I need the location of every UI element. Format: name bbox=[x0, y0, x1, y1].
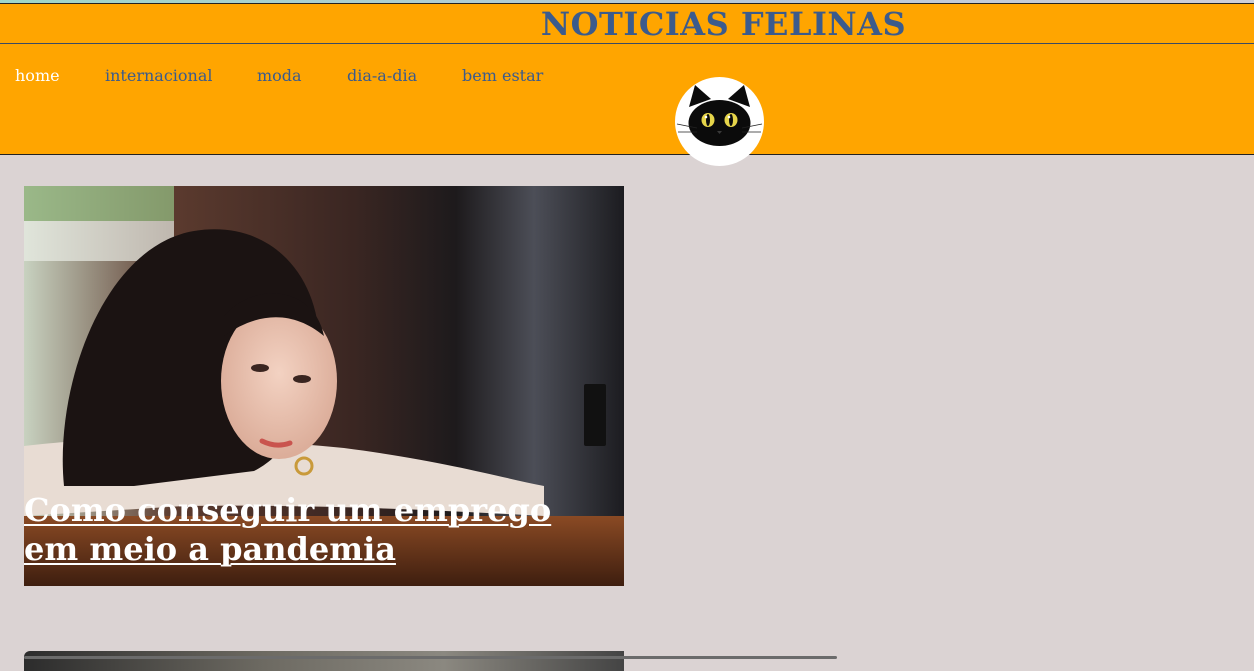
second-article-card[interactable] bbox=[24, 651, 624, 671]
nav-item-home[interactable]: home bbox=[15, 66, 60, 85]
nav-item-moda[interactable]: moda bbox=[257, 66, 302, 85]
horizontal-scrollbar[interactable] bbox=[24, 656, 837, 659]
nav-item-dia-a-dia[interactable]: dia-a-dia bbox=[347, 66, 417, 85]
black-cat-face-icon bbox=[676, 85, 763, 146]
nav-item-internacional[interactable]: internacional bbox=[105, 66, 212, 85]
article-headline[interactable]: Como conseguir um emprego em meio a pand… bbox=[24, 491, 584, 569]
featured-article-card[interactable]: Como conseguir um emprego em meio a pand… bbox=[24, 186, 624, 586]
site-title: NOTICIAS FELINAS bbox=[0, 4, 1254, 44]
site-header: NOTICIAS FELINAS home internacional moda… bbox=[0, 3, 1254, 166]
nav-item-bem-estar[interactable]: bem estar bbox=[462, 66, 543, 85]
site-logo[interactable] bbox=[675, 77, 764, 166]
